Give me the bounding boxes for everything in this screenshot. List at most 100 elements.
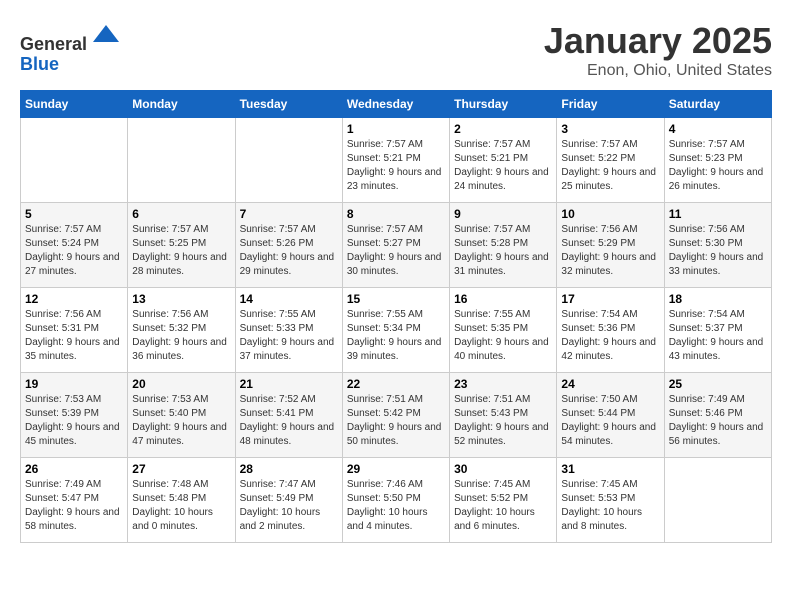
day-info: Sunrise: 7:45 AM Sunset: 5:53 PM Dayligh… <box>561 478 659 534</box>
day-cell: 4Sunrise: 7:57 AM Sunset: 5:23 PM Daylig… <box>664 118 771 203</box>
day-cell: 18Sunrise: 7:54 AM Sunset: 5:37 PM Dayli… <box>664 288 771 373</box>
day-info: Sunrise: 7:57 AM Sunset: 5:28 PM Dayligh… <box>454 223 552 279</box>
week-row-1: 1 Sunrise: 7:57 AM Sunset: 5:21 PM Daylig… <box>21 118 772 203</box>
day-info: Sunrise: 7:47 AM Sunset: 5:49 PM Dayligh… <box>240 478 338 534</box>
day-info: Sunrise: 7:56 AM Sunset: 5:32 PM Dayligh… <box>132 308 230 364</box>
day-number: 28 <box>240 462 338 476</box>
day-cell <box>235 118 342 203</box>
day-number: 20 <box>132 377 230 391</box>
day-number: 14 <box>240 292 338 306</box>
logo-general: General <box>20 34 87 54</box>
day-number: 5 <box>25 207 123 221</box>
day-number: 11 <box>669 207 767 221</box>
week-row-4: 19Sunrise: 7:53 AM Sunset: 5:39 PM Dayli… <box>21 373 772 458</box>
day-info: Sunrise: 7:54 AM Sunset: 5:36 PM Dayligh… <box>561 308 659 364</box>
day-number: 30 <box>454 462 552 476</box>
day-number: 27 <box>132 462 230 476</box>
day-cell: 6 Sunrise: 7:57 AM Sunset: 5:25 PM Daylig… <box>128 203 235 288</box>
day-info: Sunrise: 7:57 AM Sunset: 5:21 PM Dayligh… <box>454 138 552 194</box>
day-cell <box>21 118 128 203</box>
day-cell: 21Sunrise: 7:52 AM Sunset: 5:41 PM Dayli… <box>235 373 342 458</box>
page-header: General Blue January 2025 Enon, Ohio, Un… <box>20 20 772 80</box>
day-cell: 15Sunrise: 7:55 AM Sunset: 5:34 PM Dayli… <box>342 288 449 373</box>
day-number: 3 <box>561 122 659 136</box>
day-info: Sunrise: 7:46 AM Sunset: 5:50 PM Dayligh… <box>347 478 445 534</box>
day-info: Sunrise: 7:45 AM Sunset: 5:52 PM Dayligh… <box>454 478 552 534</box>
day-number: 17 <box>561 292 659 306</box>
day-info: Sunrise: 7:56 AM Sunset: 5:31 PM Dayligh… <box>25 308 123 364</box>
day-cell: 3 Sunrise: 7:57 AM Sunset: 5:22 PM Daylig… <box>557 118 664 203</box>
day-cell: 17 Sunrise: 7:54 AM Sunset: 5:36 PM Dayli… <box>557 288 664 373</box>
day-info: Sunrise: 7:57 AM Sunset: 5:27 PM Dayligh… <box>347 223 445 279</box>
calendar-table: SundayMondayTuesdayWednesdayThursdayFrid… <box>20 90 772 543</box>
day-number: 26 <box>25 462 123 476</box>
day-cell: 25Sunrise: 7:49 AM Sunset: 5:46 PM Dayli… <box>664 373 771 458</box>
day-number: 10 <box>561 207 659 221</box>
day-cell: 2Sunrise: 7:57 AM Sunset: 5:21 PM Daylig… <box>450 118 557 203</box>
header-cell-wednesday: Wednesday <box>342 91 449 118</box>
day-cell: 31 Sunrise: 7:45 AM Sunset: 5:53 PM Dayli… <box>557 458 664 543</box>
day-info: Sunrise: 7:49 AM Sunset: 5:46 PM Dayligh… <box>669 393 767 449</box>
day-info: Sunrise: 7:51 AM Sunset: 5:42 PM Dayligh… <box>347 393 445 449</box>
day-info: Sunrise: 7:56 AM Sunset: 5:30 PM Dayligh… <box>669 223 767 279</box>
calendar-subtitle: Enon, Ohio, United States <box>544 62 772 80</box>
day-info: Sunrise: 7:51 AM Sunset: 5:43 PM Dayligh… <box>454 393 552 449</box>
day-number: 21 <box>240 377 338 391</box>
day-info: Sunrise: 7:53 AM Sunset: 5:40 PM Dayligh… <box>132 393 230 449</box>
day-cell: 22 Sunrise: 7:51 AM Sunset: 5:42 PM Dayli… <box>342 373 449 458</box>
day-info: Sunrise: 7:57 AM Sunset: 5:21 PM Dayligh… <box>347 138 445 194</box>
day-cell <box>664 458 771 543</box>
logo-blue: Blue <box>20 54 59 74</box>
calendar-title: January 2025 <box>544 20 772 62</box>
day-info: Sunrise: 7:57 AM Sunset: 5:26 PM Dayligh… <box>240 223 338 279</box>
day-info: Sunrise: 7:55 AM Sunset: 5:35 PM Dayligh… <box>454 308 552 364</box>
week-row-2: 5 Sunrise: 7:57 AM Sunset: 5:24 PM Daylig… <box>21 203 772 288</box>
day-cell: 20 Sunrise: 7:53 AM Sunset: 5:40 PM Dayli… <box>128 373 235 458</box>
day-cell: 30 Sunrise: 7:45 AM Sunset: 5:52 PM Dayli… <box>450 458 557 543</box>
week-row-5: 26 Sunrise: 7:49 AM Sunset: 5:47 PM Dayli… <box>21 458 772 543</box>
day-number: 29 <box>347 462 445 476</box>
day-number: 24 <box>561 377 659 391</box>
day-number: 1 <box>347 122 445 136</box>
header-cell-sunday: Sunday <box>21 91 128 118</box>
day-cell <box>128 118 235 203</box>
day-info: Sunrise: 7:49 AM Sunset: 5:47 PM Dayligh… <box>25 478 123 534</box>
day-cell: 16Sunrise: 7:55 AM Sunset: 5:35 PM Dayli… <box>450 288 557 373</box>
day-cell: 26 Sunrise: 7:49 AM Sunset: 5:47 PM Dayli… <box>21 458 128 543</box>
day-number: 19 <box>25 377 123 391</box>
day-info: Sunrise: 7:54 AM Sunset: 5:37 PM Dayligh… <box>669 308 767 364</box>
week-row-3: 12 Sunrise: 7:56 AM Sunset: 5:31 PM Dayli… <box>21 288 772 373</box>
day-info: Sunrise: 7:57 AM Sunset: 5:22 PM Dayligh… <box>561 138 659 194</box>
day-info: Sunrise: 7:57 AM Sunset: 5:25 PM Dayligh… <box>132 223 230 279</box>
day-number: 12 <box>25 292 123 306</box>
day-number: 31 <box>561 462 659 476</box>
day-number: 9 <box>454 207 552 221</box>
day-cell: 29 Sunrise: 7:46 AM Sunset: 5:50 PM Dayli… <box>342 458 449 543</box>
day-cell: 14 Sunrise: 7:55 AM Sunset: 5:33 PM Dayli… <box>235 288 342 373</box>
logo-icon <box>91 20 121 50</box>
day-cell: 12 Sunrise: 7:56 AM Sunset: 5:31 PM Dayli… <box>21 288 128 373</box>
day-info: Sunrise: 7:48 AM Sunset: 5:48 PM Dayligh… <box>132 478 230 534</box>
day-number: 8 <box>347 207 445 221</box>
header-row: SundayMondayTuesdayWednesdayThursdayFrid… <box>21 91 772 118</box>
day-cell: 10Sunrise: 7:56 AM Sunset: 5:29 PM Dayli… <box>557 203 664 288</box>
header-cell-monday: Monday <box>128 91 235 118</box>
day-info: Sunrise: 7:57 AM Sunset: 5:24 PM Dayligh… <box>25 223 123 279</box>
day-cell: 24 Sunrise: 7:50 AM Sunset: 5:44 PM Dayli… <box>557 373 664 458</box>
day-number: 6 <box>132 207 230 221</box>
header-cell-thursday: Thursday <box>450 91 557 118</box>
day-info: Sunrise: 7:50 AM Sunset: 5:44 PM Dayligh… <box>561 393 659 449</box>
day-cell: 28 Sunrise: 7:47 AM Sunset: 5:49 PM Dayli… <box>235 458 342 543</box>
day-cell: 1 Sunrise: 7:57 AM Sunset: 5:21 PM Daylig… <box>342 118 449 203</box>
day-cell: 5 Sunrise: 7:57 AM Sunset: 5:24 PM Daylig… <box>21 203 128 288</box>
day-cell: 11 Sunrise: 7:56 AM Sunset: 5:30 PM Dayli… <box>664 203 771 288</box>
header-cell-friday: Friday <box>557 91 664 118</box>
day-cell: 23 Sunrise: 7:51 AM Sunset: 5:43 PM Dayli… <box>450 373 557 458</box>
day-info: Sunrise: 7:55 AM Sunset: 5:33 PM Dayligh… <box>240 308 338 364</box>
day-number: 23 <box>454 377 552 391</box>
day-cell: 9 Sunrise: 7:57 AM Sunset: 5:28 PM Daylig… <box>450 203 557 288</box>
day-number: 22 <box>347 377 445 391</box>
day-cell: 19Sunrise: 7:53 AM Sunset: 5:39 PM Dayli… <box>21 373 128 458</box>
title-area: January 2025 Enon, Ohio, United States <box>544 20 772 80</box>
header-cell-saturday: Saturday <box>664 91 771 118</box>
